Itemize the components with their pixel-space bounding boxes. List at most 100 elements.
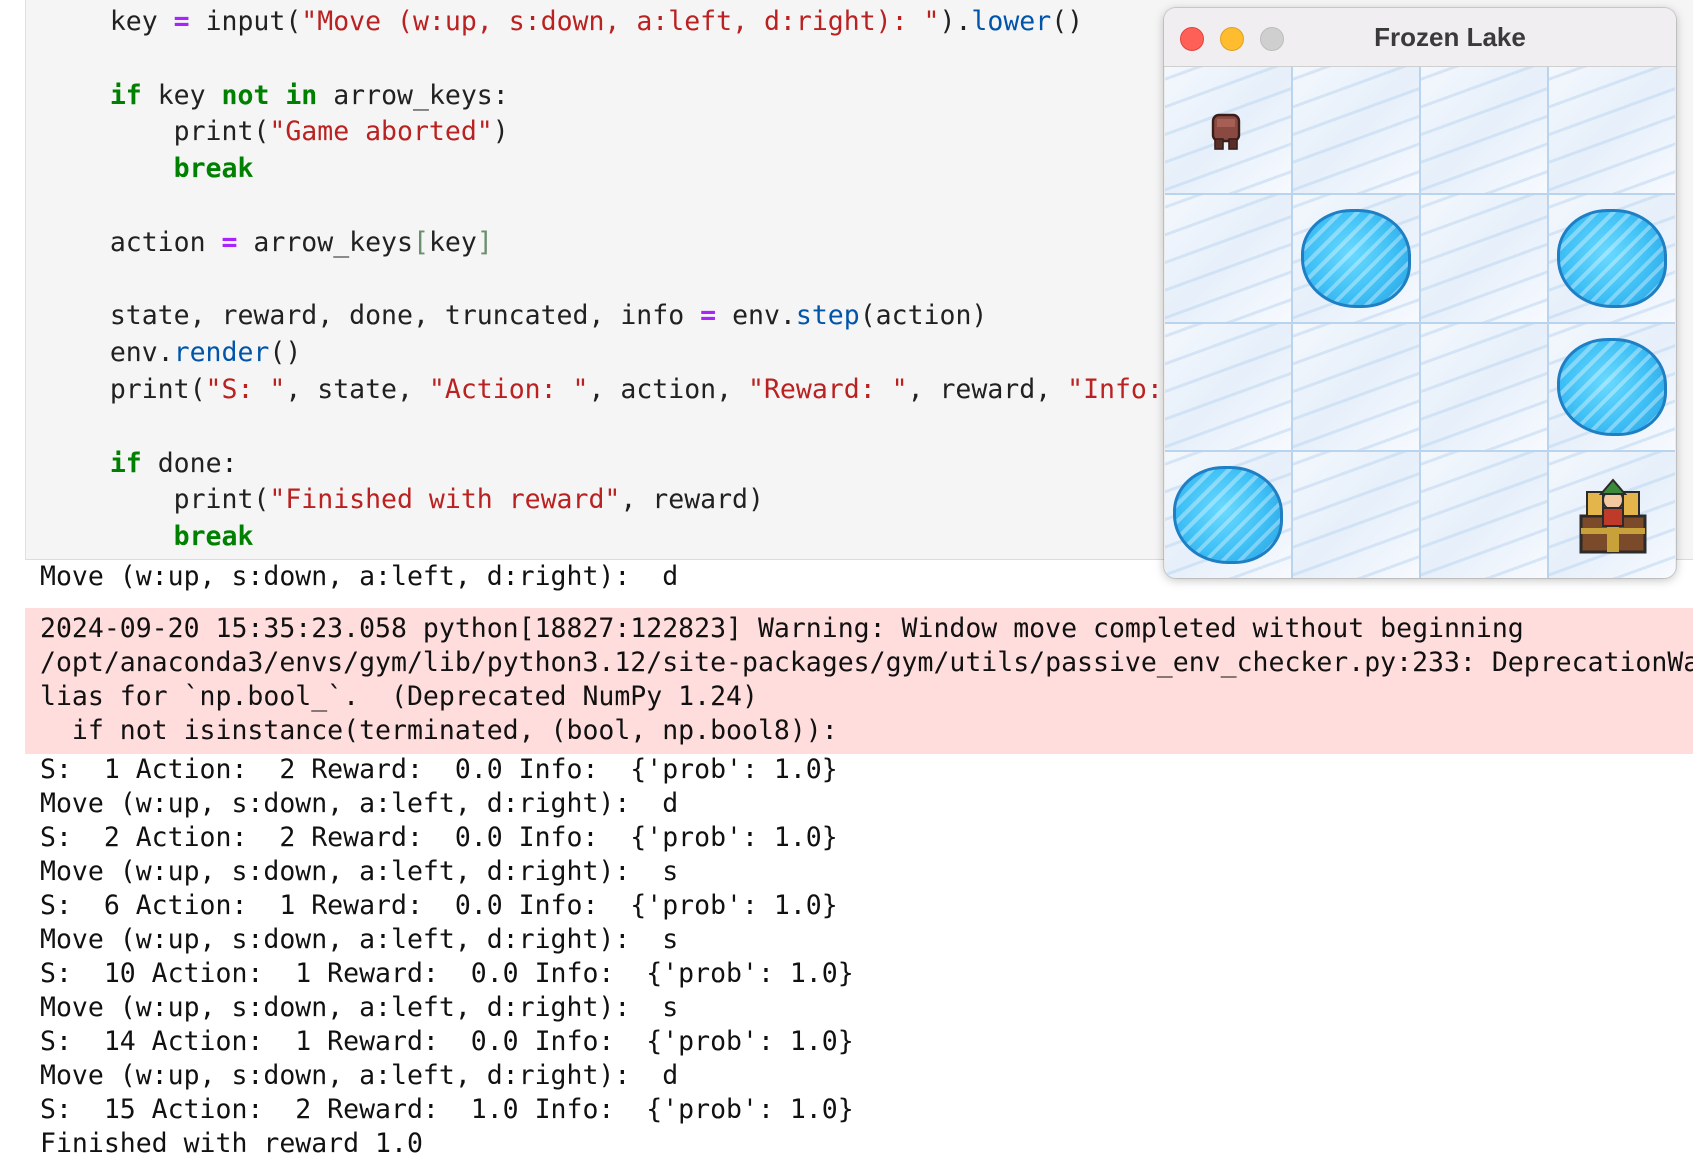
code-token: , state, <box>285 374 429 405</box>
code-token: action <box>46 226 222 258</box>
goal-tile <box>1549 451 1675 578</box>
code-token: if <box>109 447 142 479</box>
code-line: env.render() <box>46 335 301 371</box>
stdout-line: Move (w:up, s:down, a:left, d:right): s <box>40 924 679 955</box>
ice-tile <box>1293 323 1419 450</box>
code-token: print( <box>46 116 270 148</box>
hole-tile <box>1293 195 1419 322</box>
hole-icon <box>1557 337 1667 436</box>
code-token: , reward, <box>907 374 1068 405</box>
stdout-line: S: 14 Action: 1 Reward: 0.0 Info: {'prob… <box>40 1026 854 1057</box>
frozen-lake-board <box>1165 67 1675 578</box>
code-token: input( <box>189 6 302 37</box>
code-token: env. <box>46 337 174 369</box>
code-token: if <box>109 79 142 111</box>
code-token: key <box>428 226 477 258</box>
code-line: key = input("Move (w:up, s:down, a:left,… <box>46 4 1083 40</box>
hole-tile <box>1165 451 1291 578</box>
code-token: = <box>700 300 717 332</box>
hole-tile <box>1549 323 1675 450</box>
stdout-line: S: 1 Action: 2 Reward: 0.0 Info: {'prob'… <box>40 754 838 785</box>
ice-tile <box>1421 323 1547 450</box>
code-token: render <box>173 337 270 369</box>
code-token: state, reward, done, truncated, info <box>46 300 701 332</box>
code-token: , reward) <box>620 484 764 516</box>
code-line: if done: <box>46 446 238 482</box>
stdout-line: S: 6 Action: 1 Reward: 0.0 Info: {'prob'… <box>40 890 838 921</box>
hole-icon <box>1301 209 1411 308</box>
code-line: state, reward, done, truncated, info = e… <box>46 298 988 334</box>
code-token: "Finished with reward" <box>269 484 621 516</box>
code-line: print("S: ", state, "Action: ", action, … <box>46 372 1195 408</box>
output-prompt-line: Move (w:up, s:down, a:left, d:right): d <box>40 561 679 592</box>
stdout-line: Move (w:up, s:down, a:left, d:right): s <box>40 856 679 887</box>
code-token: key <box>141 79 222 111</box>
stderr-line: /opt/anaconda3/envs/gym/lib/python3.12/s… <box>40 647 1693 678</box>
code-token: step <box>795 300 860 332</box>
stderr-line: lias for `np.bool_`. (Deprecated NumPy 1… <box>40 681 758 712</box>
ice-tile <box>1293 67 1419 194</box>
ice-tile <box>1165 195 1291 322</box>
code-token: = <box>221 226 238 258</box>
window-titlebar[interactable]: Frozen Lake <box>1164 8 1676 67</box>
stderr-line: if not isinstance(terminated, (bool, np.… <box>40 715 838 746</box>
hole-tile <box>1549 195 1675 322</box>
player-icon <box>1211 113 1241 150</box>
code-token: = <box>173 6 190 37</box>
code-token: done: <box>141 447 238 479</box>
code-token: "Action: " <box>428 374 589 405</box>
stderr-line: 2024-09-20 15:35:23.058 python[18827:122… <box>40 613 1524 644</box>
stderr-output: 2024-09-20 15:35:23.058 python[18827:122… <box>25 608 1693 754</box>
ice-tile <box>1549 67 1675 194</box>
code-line: print("Game aborted") <box>46 114 509 150</box>
window-title: Frozen Lake <box>1374 22 1526 52</box>
code-token: break <box>173 521 254 553</box>
stdout-line: S: 2 Action: 2 Reward: 0.0 Info: {'prob'… <box>40 822 838 853</box>
code-token: arrow_keys <box>237 226 413 258</box>
ice-tile <box>1293 451 1419 578</box>
stdout-line: Finished with reward 1.0 <box>40 1128 423 1159</box>
hole-icon <box>1557 209 1667 308</box>
goal-present-icon <box>1579 478 1647 554</box>
code-token: print( <box>46 484 270 516</box>
code-token: key <box>46 6 174 37</box>
code-token: "S: " <box>205 374 286 405</box>
code-token: () <box>269 337 302 369</box>
code-token: ). <box>939 6 972 37</box>
code-token: arrow_keys: <box>317 79 509 111</box>
code-line: break <box>46 151 254 187</box>
code-token: "Reward: " <box>748 374 908 405</box>
code-token: lower <box>971 6 1052 37</box>
ice-tile <box>1165 323 1291 450</box>
stdout-line: S: 15 Action: 2 Reward: 1.0 Info: {'prob… <box>40 1094 854 1125</box>
ice-tile <box>1165 67 1291 194</box>
code-line: action = arrow_keys[key] <box>46 225 493 261</box>
code-token: env. <box>716 300 796 332</box>
stdout-line: Move (w:up, s:down, a:left, d:right): d <box>40 788 679 819</box>
stdout-line: S: 10 Action: 1 Reward: 0.0 Info: {'prob… <box>40 958 854 989</box>
code-token: , action, <box>588 374 749 405</box>
frozen-lake-window[interactable]: Frozen Lake <box>1164 8 1676 578</box>
code-token: "Game aborted" <box>269 116 493 148</box>
code-token: not in <box>221 79 318 111</box>
ice-tile <box>1421 67 1547 194</box>
stdout-line: Move (w:up, s:down, a:left, d:right): s <box>40 992 679 1023</box>
code-line: print("Finished with reward", reward) <box>46 482 764 518</box>
stdout-line: Move (w:up, s:down, a:left, d:right): d <box>40 1060 679 1091</box>
code-token: [ <box>412 226 429 258</box>
code-line: if key not in arrow_keys: <box>46 78 509 114</box>
code-token: break <box>173 153 254 185</box>
ice-tile <box>1421 451 1547 578</box>
ice-tile <box>1421 195 1547 322</box>
code-token: () <box>1051 6 1084 37</box>
code-token: ) <box>492 116 509 148</box>
code-token: "Move (w:up, s:down, a:left, d:right): " <box>301 6 940 37</box>
code-token: ] <box>476 226 493 258</box>
notebook-page: key = input("Move (w:up, s:down, a:left,… <box>0 0 1693 1174</box>
hole-icon <box>1173 465 1283 564</box>
code-line: break <box>46 519 254 555</box>
